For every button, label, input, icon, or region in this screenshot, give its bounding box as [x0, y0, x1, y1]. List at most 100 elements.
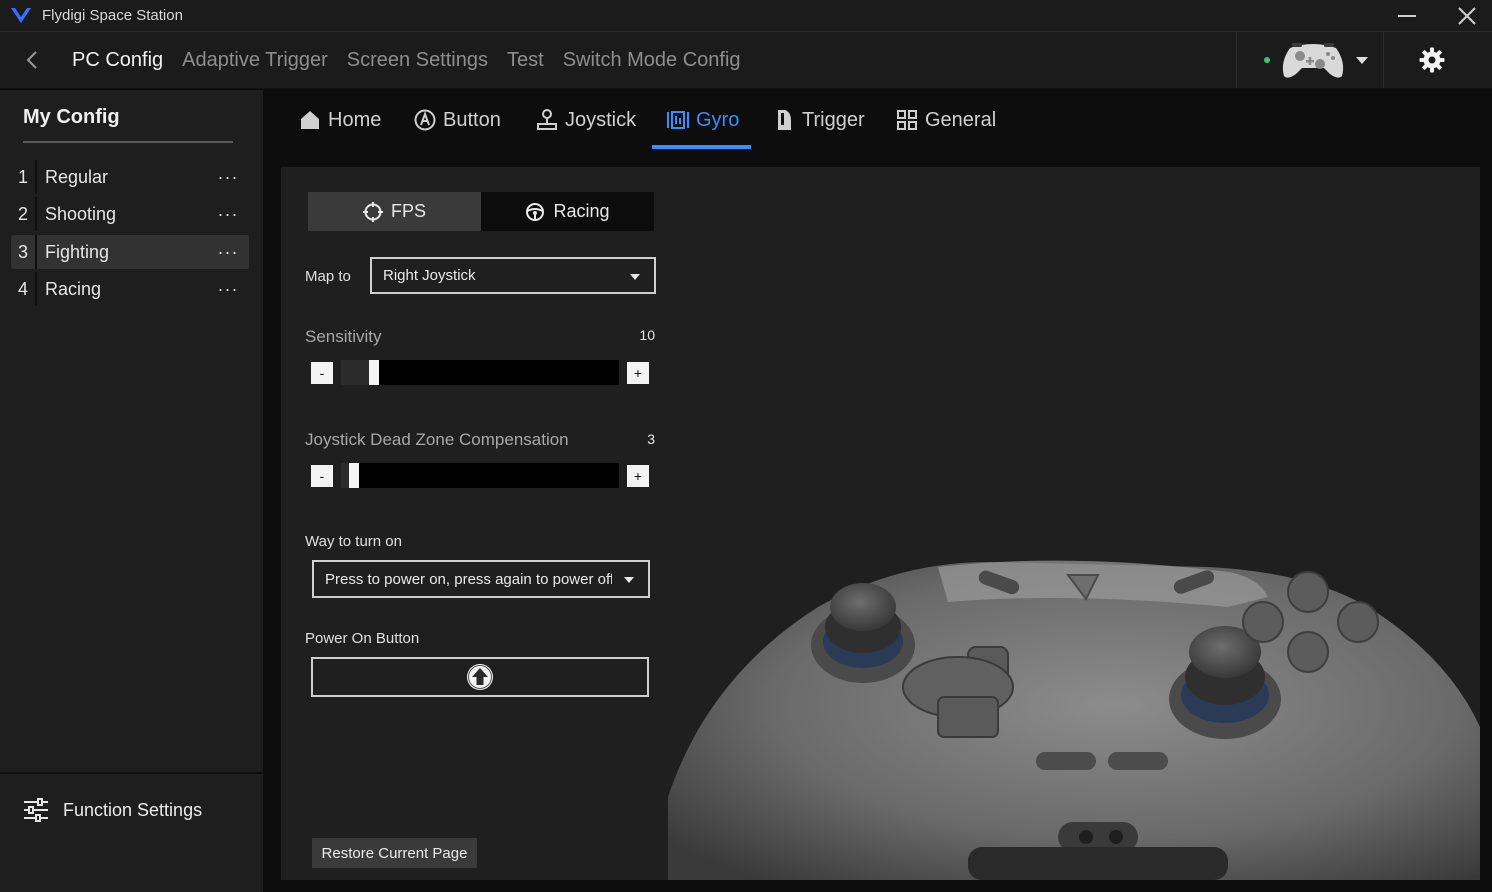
deadzone-label: Joystick Dead Zone Compensation: [305, 430, 569, 449]
more-options-icon[interactable]: ···: [211, 279, 245, 300]
restore-current-page-button[interactable]: Restore Current Page: [312, 838, 477, 868]
more-options-icon[interactable]: ···: [211, 242, 245, 263]
config-item-fighting[interactable]: 3 Fighting ···: [11, 235, 249, 269]
title-bar: Flydigi Space Station: [0, 0, 1492, 32]
config-item-regular[interactable]: 1 Regular ···: [11, 160, 249, 194]
sensitivity-decrease-button[interactable]: -: [311, 362, 333, 384]
chevron-down-icon: [1356, 56, 1368, 64]
tab-label: Gyro: [696, 108, 740, 131]
deadzone-increase-button[interactable]: +: [627, 465, 649, 487]
deadzone-decrease-button[interactable]: -: [311, 465, 333, 487]
config-name: Shooting: [45, 203, 117, 224]
chevron-down-icon: [624, 577, 634, 583]
tab-gyro[interactable]: Gyro: [667, 90, 739, 150]
config-index: 1: [17, 166, 28, 187]
nav-adaptive-trigger[interactable]: Adaptive Trigger: [182, 49, 328, 72]
function-settings-button[interactable]: Function Settings: [23, 798, 202, 822]
way-to-turn-on-value: Press to power on, press again to power …: [325, 570, 612, 588]
crosshair-icon: [362, 201, 383, 222]
arrow-up-circle-icon: [467, 664, 493, 690]
tab-label: Button: [443, 108, 501, 131]
top-nav: PC Config Adaptive Trigger Screen Settin…: [0, 32, 1492, 89]
config-sidebar: My Config 1 Regular ··· 2 Shooting ··· 3…: [0, 90, 263, 892]
config-index: 2: [17, 203, 28, 224]
trigger-icon: [773, 109, 795, 131]
deadzone-value: 3: [647, 431, 655, 447]
racing-mode-button[interactable]: Racing: [481, 192, 654, 231]
sensitivity-slider[interactable]: [341, 360, 619, 385]
map-to-dropdown[interactable]: Right Joystick: [370, 257, 656, 294]
nav-switch-mode-config[interactable]: Switch Mode Config: [563, 49, 741, 72]
section-tabs: Home Button Joystick Gyro Trigger Genera…: [263, 90, 1492, 152]
gyro-settings-panel: FPS Racing Map to Right Joystick Sensiti…: [281, 167, 1480, 880]
tab-joystick[interactable]: Joystick: [536, 90, 636, 150]
more-options-icon[interactable]: ···: [211, 204, 245, 225]
my-config-title: My Config: [23, 106, 120, 128]
sliders-icon: [24, 798, 48, 822]
way-to-turn-on-label: Way to turn on: [305, 533, 402, 550]
connection-status-dot: [1264, 57, 1270, 63]
slider-thumb[interactable]: [368, 360, 379, 385]
controller-thumbnail-icon: [1282, 43, 1344, 78]
nav-pc-config[interactable]: PC Config: [72, 49, 163, 72]
nav-test[interactable]: Test: [507, 49, 544, 72]
power-on-button-selector[interactable]: [311, 657, 649, 697]
tab-home[interactable]: Home: [299, 90, 381, 150]
deadzone-slider[interactable]: [341, 463, 619, 488]
slider-thumb[interactable]: [349, 463, 360, 488]
divider: [35, 272, 37, 306]
tab-label: General: [925, 108, 997, 131]
more-options-icon[interactable]: ···: [211, 167, 245, 188]
back-button[interactable]: [12, 51, 52, 69]
minimize-button[interactable]: [1384, 0, 1430, 32]
tab-button[interactable]: Button: [414, 90, 501, 150]
active-tab-indicator: [652, 145, 751, 149]
chevron-down-icon: [630, 274, 640, 280]
sensitivity-value: 10: [639, 327, 655, 343]
config-index: 3: [17, 241, 28, 262]
controller-image: [668, 560, 1480, 880]
map-to-label: Map to: [305, 268, 351, 285]
flydigi-logo-icon: [10, 6, 32, 26]
window-title: Flydigi Space Station: [42, 7, 183, 24]
chevron-left-icon: [26, 51, 37, 69]
steering-wheel-icon: [525, 202, 545, 222]
device-selector[interactable]: [1236, 32, 1384, 88]
tab-label: Trigger: [802, 108, 865, 131]
close-button[interactable]: [1444, 0, 1490, 32]
fps-mode-label: FPS: [390, 201, 426, 221]
grid-icon: [896, 109, 918, 131]
joystick-icon: [536, 109, 558, 131]
sensitivity-increase-button[interactable]: +: [627, 362, 649, 384]
settings-gear-button[interactable]: [1418, 46, 1446, 74]
config-item-shooting[interactable]: 2 Shooting ···: [11, 197, 249, 231]
gyro-mode-toggle: FPS Racing: [308, 192, 654, 231]
button-a-icon: [414, 109, 436, 131]
tab-label: Home: [328, 108, 382, 131]
tab-trigger[interactable]: Trigger: [773, 90, 865, 150]
config-name: Regular: [45, 166, 109, 187]
map-to-value: Right Joystick: [383, 267, 476, 284]
sensitivity-label: Sensitivity: [305, 327, 382, 346]
tab-label: Joystick: [565, 108, 637, 131]
config-name: Fighting: [45, 241, 110, 262]
tab-general[interactable]: General: [896, 90, 996, 150]
config-index: 4: [17, 278, 28, 299]
divider: [35, 235, 37, 269]
divider: [35, 160, 37, 194]
racing-mode-label: Racing: [553, 201, 610, 221]
config-item-racing[interactable]: 4 Racing ···: [11, 272, 249, 306]
nav-screen-settings[interactable]: Screen Settings: [347, 49, 488, 72]
gear-icon: [1419, 47, 1445, 73]
power-on-button-label: Power On Button: [305, 630, 420, 647]
home-icon: [299, 109, 321, 131]
fps-mode-button[interactable]: FPS: [308, 192, 481, 231]
way-to-turn-on-dropdown[interactable]: Press to power on, press again to power …: [312, 560, 650, 598]
divider: [23, 141, 233, 143]
config-name: Racing: [45, 278, 102, 299]
divider: [35, 197, 37, 231]
divider: [0, 772, 263, 774]
app-window: Flydigi Space Station PC Config Adaptive…: [0, 0, 1492, 892]
function-settings-label: Function Settings: [63, 799, 203, 820]
gyro-icon: [667, 109, 689, 131]
